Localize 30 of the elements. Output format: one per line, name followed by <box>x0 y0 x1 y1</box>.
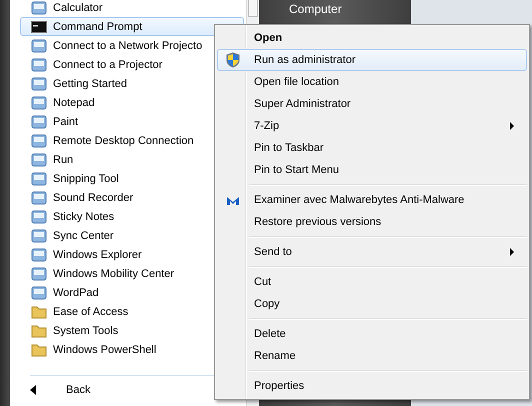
menu-item[interactable]: Properties <box>217 375 527 397</box>
folder-icon <box>31 342 47 356</box>
program-icon <box>31 114 47 128</box>
folder-icon <box>31 304 47 318</box>
program-icon <box>31 134 47 148</box>
program-item[interactable]: Calculator <box>20 0 244 17</box>
submenu-arrow-icon <box>510 248 514 256</box>
program-icon <box>31 210 47 224</box>
program-icon <box>31 228 47 242</box>
back-link[interactable]: Back <box>66 384 90 396</box>
folder-icon <box>31 324 47 338</box>
program-icon <box>31 152 47 166</box>
program-icon <box>31 286 47 300</box>
program-icon <box>31 190 47 204</box>
program-icon <box>31 172 47 186</box>
program-icon <box>31 58 47 72</box>
program-item[interactable]: Command Prompt <box>20 17 244 36</box>
menu-item[interactable]: Run as administrator <box>217 49 527 71</box>
submenu-arrow-icon <box>510 122 514 130</box>
malwarebytes-icon <box>226 194 240 206</box>
program-icon <box>31 0 47 14</box>
computer-link[interactable]: Computer <box>271 0 399 16</box>
back-arrow-icon <box>30 385 36 395</box>
program-icon <box>31 96 47 110</box>
program-icon <box>31 76 47 90</box>
program-icon <box>31 266 47 280</box>
console-icon <box>31 20 47 34</box>
shield-icon <box>226 52 240 68</box>
program-icon <box>31 38 47 52</box>
program-icon <box>31 248 47 262</box>
